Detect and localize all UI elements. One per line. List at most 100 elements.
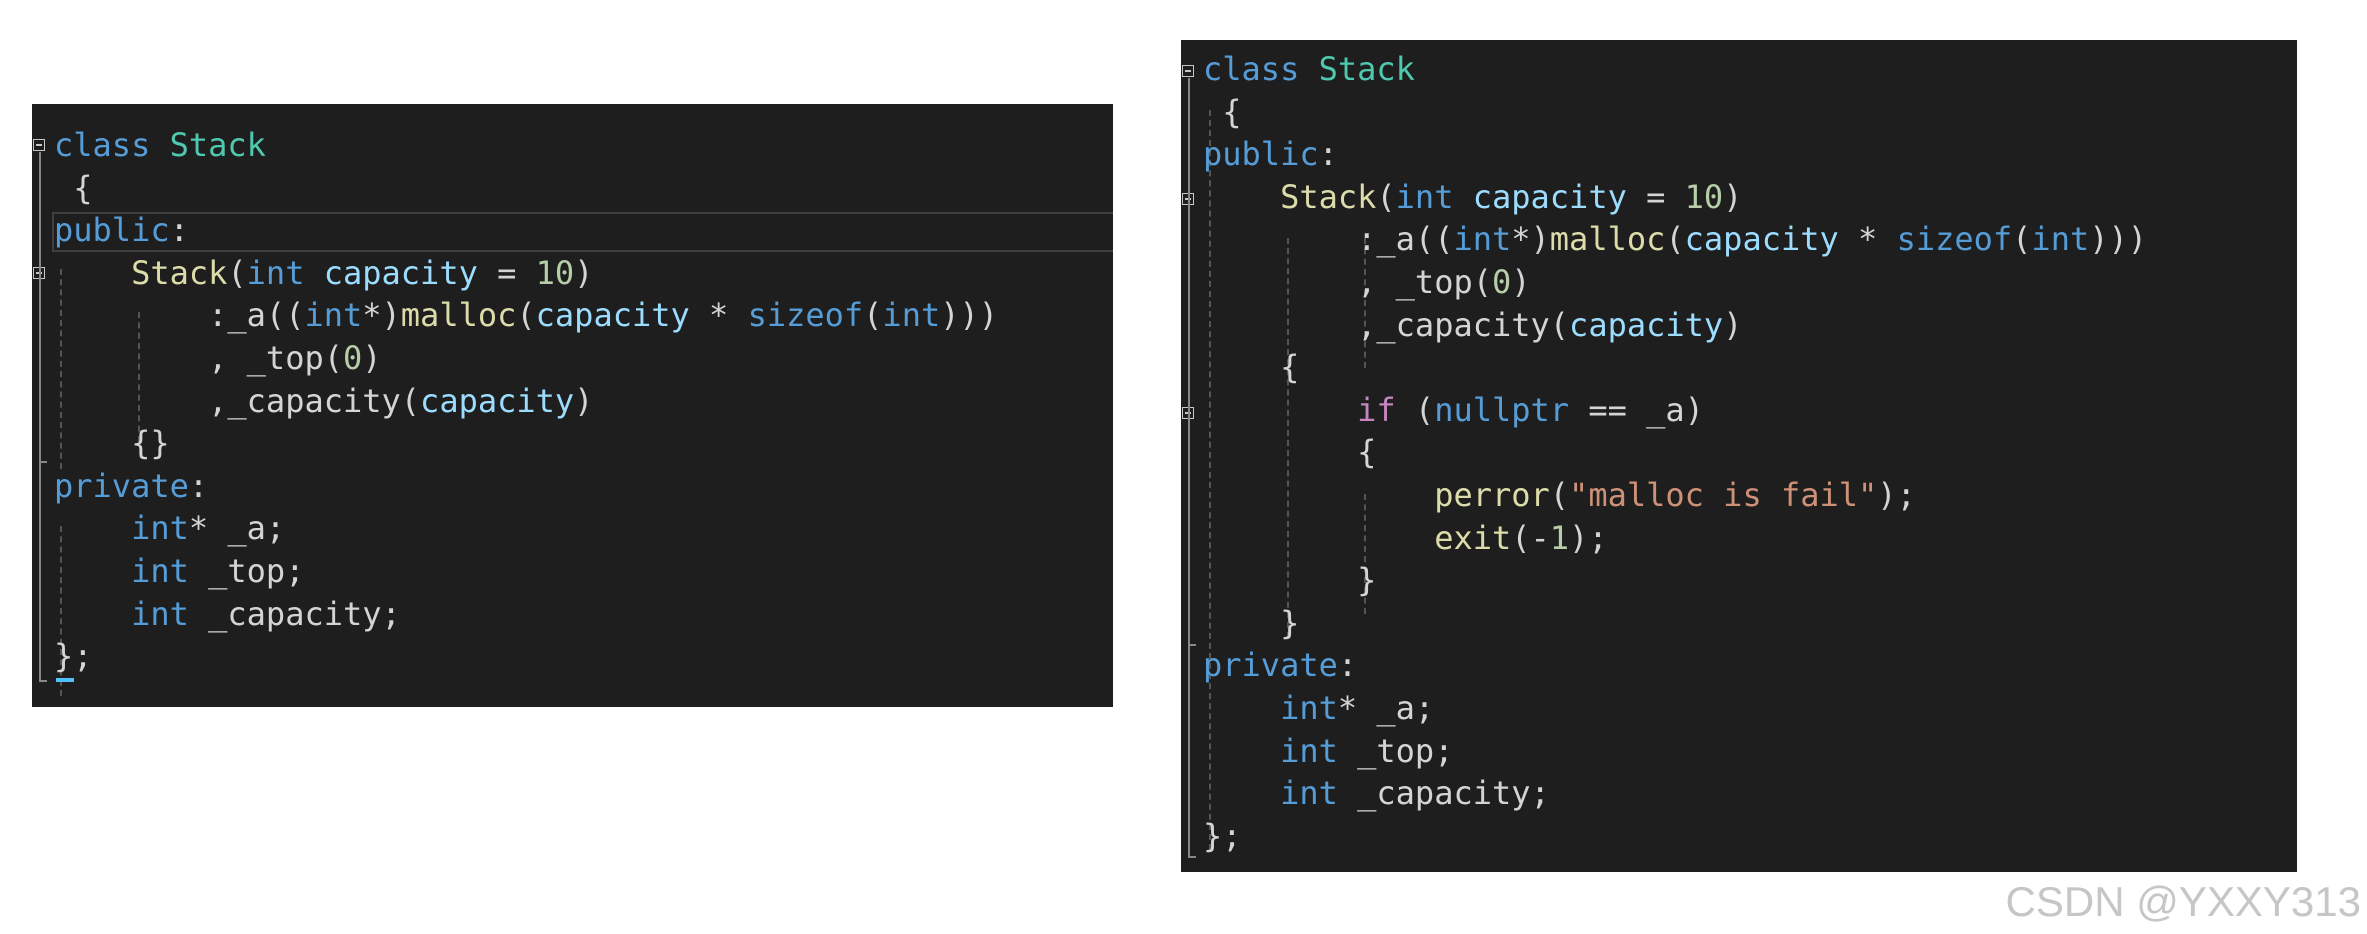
code-token: _top; xyxy=(1337,731,1454,770)
code-token: { xyxy=(1203,92,1242,131)
code-line: int _capacity; xyxy=(54,593,401,635)
code-token: 0 xyxy=(1491,263,1512,301)
fold-toggle-icon[interactable] xyxy=(33,139,45,151)
code-token: int xyxy=(131,509,189,548)
scope-bar xyxy=(1188,206,1190,646)
code-token: == _a) xyxy=(1569,390,1704,429)
code-token: capacity xyxy=(1684,220,1839,259)
code-token: int xyxy=(1280,689,1338,727)
code-token: int xyxy=(131,594,189,633)
code-token: } xyxy=(1203,561,1377,600)
code-line: } xyxy=(1203,559,1376,601)
code-token: ( xyxy=(516,296,536,335)
code-token: ) xyxy=(362,339,382,377)
code-line: class Stack xyxy=(1203,48,1415,90)
code-token: ,_capacity( xyxy=(1203,305,1570,344)
code-line: { xyxy=(1203,91,1242,133)
code-token: int xyxy=(246,253,305,292)
code-token: * _a; xyxy=(188,509,286,548)
code-line: public: xyxy=(1203,133,1338,175)
code-token: ); xyxy=(1569,518,1608,557)
code-token: 0 xyxy=(342,339,363,377)
code-line: } xyxy=(1203,602,1299,644)
code-line: , _top(0) xyxy=(54,337,382,379)
code-token: {} xyxy=(54,424,170,463)
code-line: Stack(int capacity = 10) xyxy=(1203,176,1742,218)
scope-end xyxy=(1188,856,1196,858)
code-token: capacity xyxy=(1569,305,1724,344)
code-token: { xyxy=(1203,348,1300,387)
current-line-highlight xyxy=(52,212,1113,252)
code-line: int* _a; xyxy=(1203,687,1434,729)
code-token: *) xyxy=(1511,220,1550,259)
code-line: private: xyxy=(54,465,208,507)
code-token: class xyxy=(54,126,151,164)
code-line: :_a((int*)malloc(capacity * sizeof(int))… xyxy=(54,294,998,336)
code-token: int xyxy=(304,296,363,335)
fold-toggle-icon[interactable] xyxy=(1182,65,1194,77)
code-token: sizeof xyxy=(747,296,864,335)
code-token: : xyxy=(188,466,209,505)
code-token: ))) xyxy=(2089,220,2148,259)
code-token: nullptr xyxy=(1434,390,1570,429)
code-token: int xyxy=(2031,220,2090,259)
code-token: ( xyxy=(1376,177,1396,216)
code-token: Stack xyxy=(1280,177,1377,216)
code-token: int xyxy=(131,552,189,590)
code-token: } xyxy=(1203,603,1300,642)
code-token: _capacity; xyxy=(188,594,401,633)
code-token: capacity xyxy=(535,296,690,335)
code-token: : xyxy=(1337,646,1358,685)
code-line: ,_capacity(capacity) xyxy=(1203,304,1742,346)
code-line: { xyxy=(1203,346,1299,388)
code-token: * xyxy=(689,296,748,335)
code-token: :_a(( xyxy=(54,296,305,335)
code-token: = xyxy=(1626,177,1685,216)
code-token: ) xyxy=(574,253,594,292)
code-token: exit xyxy=(1434,518,1512,557)
code-token: ) xyxy=(574,381,594,420)
code-token: 1 xyxy=(1549,518,1570,557)
code-token: { xyxy=(54,168,93,207)
code-token: }; xyxy=(54,637,93,676)
code-token: malloc xyxy=(400,296,517,335)
code-editor-right: class Stack {public: Stack(int capacity … xyxy=(1181,40,2297,872)
scope-end xyxy=(39,461,47,463)
code-token: ( xyxy=(1549,476,1570,514)
code-token: capacity xyxy=(323,253,478,292)
scope-end xyxy=(1188,644,1196,646)
code-token: ( xyxy=(1665,220,1685,259)
code-line: private: xyxy=(1203,644,1357,686)
code-line: :_a((int*)malloc(capacity * sizeof(int))… xyxy=(1203,218,2147,260)
code-line: ,_capacity(capacity) xyxy=(54,380,593,422)
code-line: Stack(int capacity = 10) xyxy=(54,252,593,294)
code-token: int xyxy=(1453,220,1512,259)
code-token: : xyxy=(169,211,189,250)
code-token: = xyxy=(477,253,536,292)
code-token: ); xyxy=(1877,476,1916,514)
code-token: , _top( xyxy=(1203,263,1492,301)
code-token: sizeof xyxy=(1896,220,2013,259)
code-token: , _top( xyxy=(54,339,343,377)
code-token: :_a(( xyxy=(1203,220,1454,259)
code-token: * xyxy=(1838,220,1897,259)
code-token: private xyxy=(1203,646,1338,685)
code-editor-left: class Stack {public: Stack(int capacity … xyxy=(32,104,1113,707)
code-token: 10 xyxy=(1684,177,1724,216)
code-token: { xyxy=(1203,433,1377,472)
code-line: int _top; xyxy=(1203,730,1453,772)
code-token: public xyxy=(1203,135,1319,174)
code-token: ( xyxy=(863,296,883,335)
code-token: int xyxy=(882,296,941,335)
code-token: 10 xyxy=(535,253,575,292)
